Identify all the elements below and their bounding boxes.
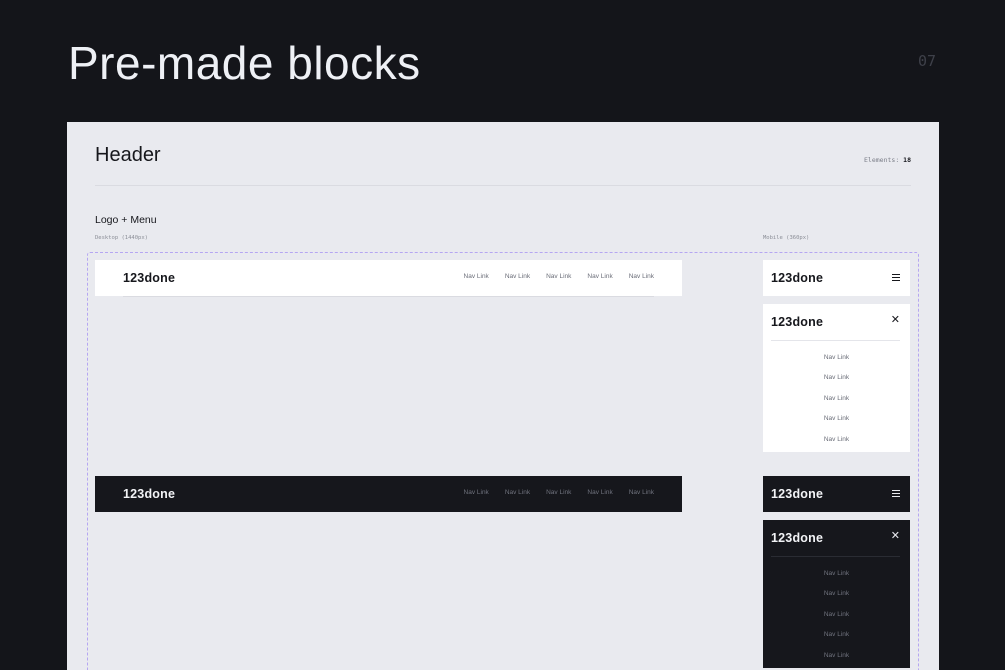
desktop-caption: Desktop (1440px) xyxy=(95,235,148,241)
close-icon[interactable]: ✕ xyxy=(891,315,900,326)
desktop-header-light: 123done Nav Link Nav Link Nav Link Nav L… xyxy=(95,260,682,297)
logo[interactable]: 123done xyxy=(123,487,175,501)
nav-link[interactable]: Nav Link xyxy=(763,348,910,368)
nav-link[interactable]: Nav Link xyxy=(763,605,910,625)
mobile-menu-light: 123done ✕ Nav Link Nav Link Nav Link Nav… xyxy=(763,304,910,452)
desktop-header-dark: 123done Nav Link Nav Link Nav Link Nav L… xyxy=(95,476,682,512)
nav-link[interactable]: Nav Link xyxy=(763,368,910,388)
nav-link[interactable]: Nav Link xyxy=(629,273,654,280)
mobile-nav-list: Nav Link Nav Link Nav Link Nav Link Nav … xyxy=(763,348,910,450)
nav-link[interactable]: Nav Link xyxy=(763,430,910,450)
nav-link[interactable]: Nav Link xyxy=(629,489,654,496)
hamburger-icon[interactable] xyxy=(892,490,900,497)
close-icon[interactable]: ✕ xyxy=(891,531,900,542)
nav-link[interactable]: Nav Link xyxy=(587,273,612,280)
nav-link[interactable]: Nav Link xyxy=(763,564,910,584)
menu-divider xyxy=(771,340,900,341)
menu-divider xyxy=(771,556,900,557)
nav-link[interactable]: Nav Link xyxy=(763,646,910,666)
nav-link[interactable]: Nav Link xyxy=(464,489,489,496)
nav-link[interactable]: Nav Link xyxy=(546,489,571,496)
block-title: Logo + Menu xyxy=(95,214,157,226)
nav-link[interactable]: Nav Link xyxy=(763,389,910,409)
elements-count: Elements: 18 xyxy=(864,156,911,164)
elements-count-value: 18 xyxy=(903,156,911,164)
nav-link[interactable]: Nav Link xyxy=(464,273,489,280)
mobile-nav-list: Nav Link Nav Link Nav Link Nav Link Nav … xyxy=(763,564,910,666)
nav-link[interactable]: Nav Link xyxy=(505,489,530,496)
logo[interactable]: 123done xyxy=(771,531,823,545)
mobile-caption: Mobile (360px) xyxy=(763,235,810,241)
header-blocks-panel: Header Elements: 18 Logo + Menu Desktop … xyxy=(67,122,939,670)
mobile-header-light: 123done xyxy=(763,260,910,296)
nav-link[interactable]: Nav Link xyxy=(763,584,910,604)
page-number: 07 xyxy=(918,52,937,70)
logo[interactable]: 123done xyxy=(123,271,175,285)
nav-link[interactable]: Nav Link xyxy=(763,625,910,645)
logo[interactable]: 123done xyxy=(771,271,823,285)
mobile-menu-dark: 123done ✕ Nav Link Nav Link Nav Link Nav… xyxy=(763,520,910,668)
mobile-header-dark: 123done xyxy=(763,476,910,512)
nav-link[interactable]: Nav Link xyxy=(505,273,530,280)
logo[interactable]: 123done xyxy=(771,487,823,501)
logo[interactable]: 123done xyxy=(771,315,823,329)
nav-link[interactable]: Nav Link xyxy=(546,273,571,280)
nav-link[interactable]: Nav Link xyxy=(763,409,910,429)
nav-links: Nav Link Nav Link Nav Link Nav Link Nav … xyxy=(464,273,654,280)
section-divider xyxy=(95,185,911,186)
header-bottom-line xyxy=(123,296,654,297)
section-title: Header xyxy=(95,144,161,166)
nav-links: Nav Link Nav Link Nav Link Nav Link Nav … xyxy=(464,489,654,496)
nav-link[interactable]: Nav Link xyxy=(587,489,612,496)
page-title: Pre-made blocks xyxy=(68,37,421,89)
elements-label: Elements: xyxy=(864,156,900,164)
hamburger-icon[interactable] xyxy=(892,274,900,281)
